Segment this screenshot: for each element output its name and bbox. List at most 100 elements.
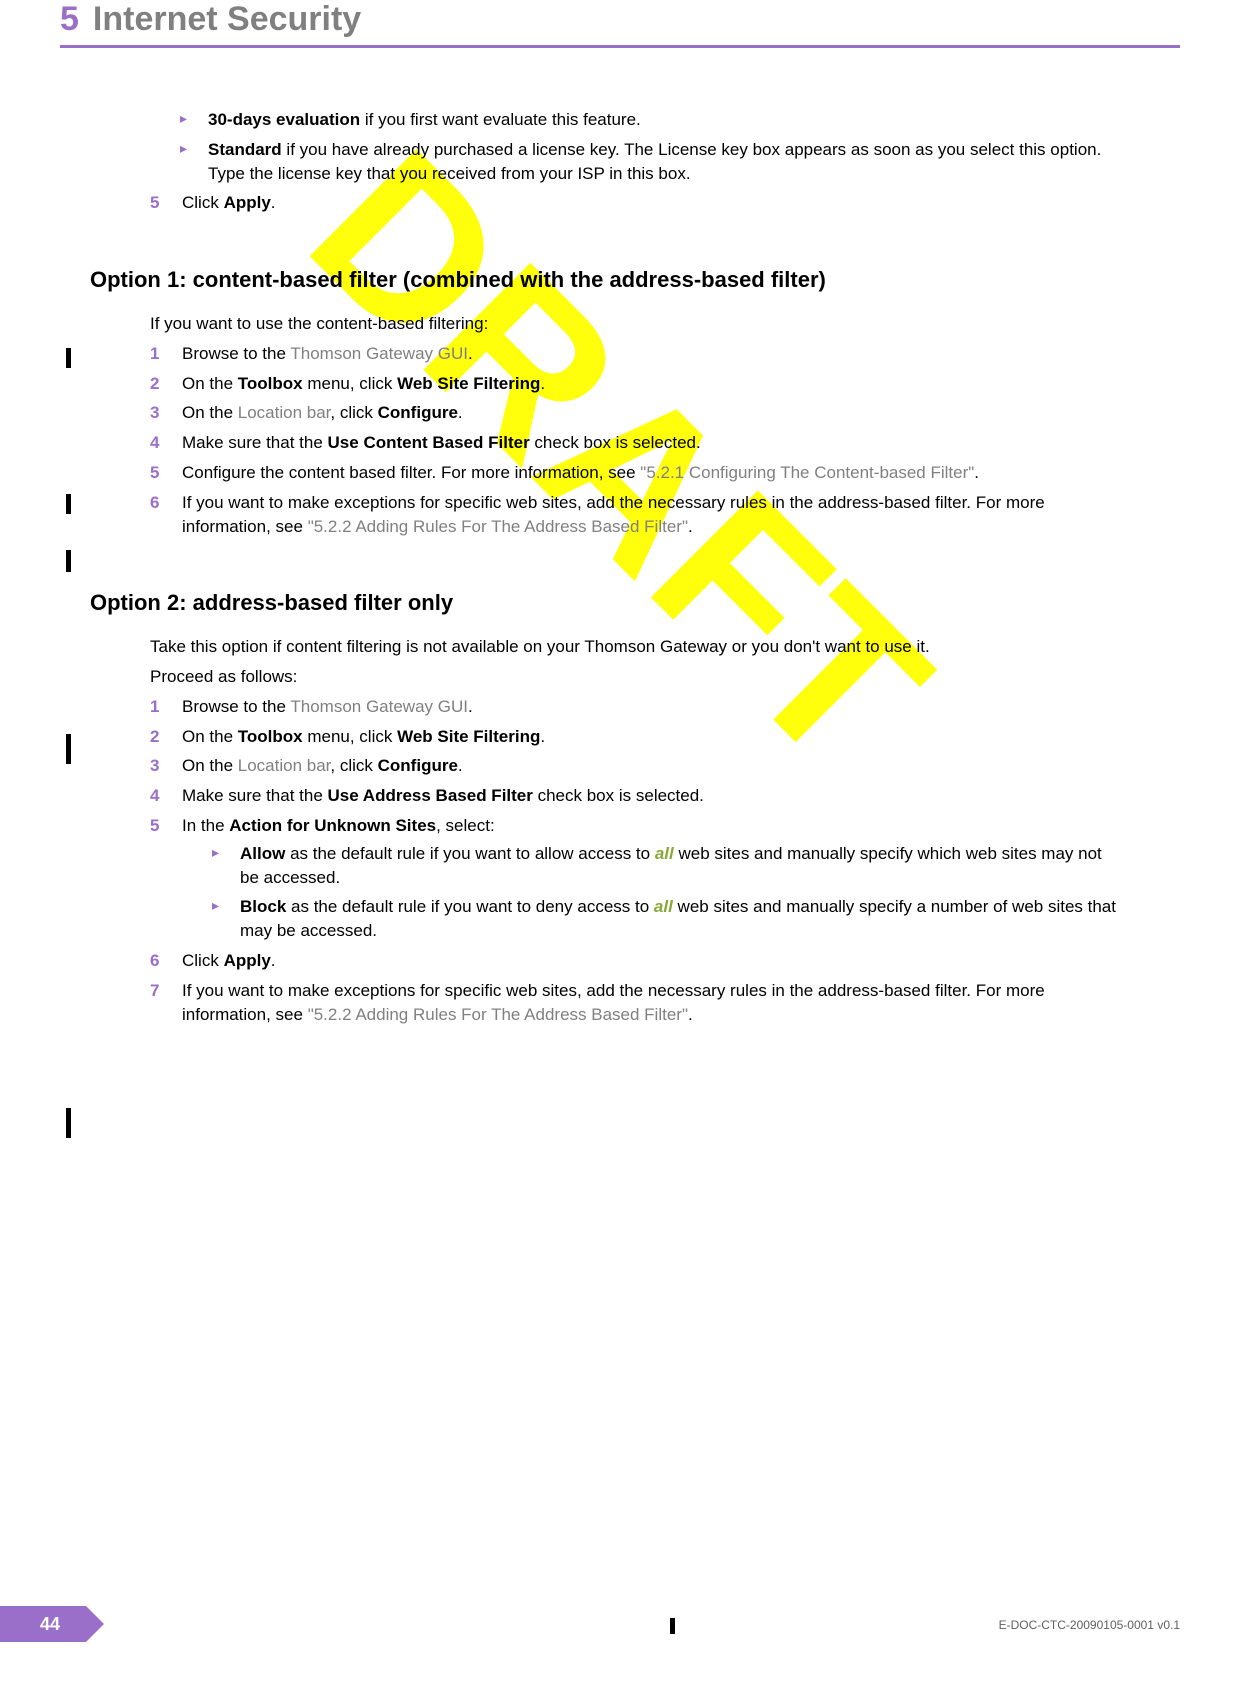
option-text: if you first want evaluate this feature. <box>360 110 641 129</box>
option2-steps: 1 Browse to the Thomson Gateway GUI. 2 On … <box>150 695 1120 1027</box>
step-item: 6If you want to make exceptions for spec… <box>150 491 1120 539</box>
footer-mark-icon <box>670 1618 675 1634</box>
ui-label: Web Site Filtering <box>397 374 540 393</box>
cross-ref-link[interactable]: "5.2.1 Configuring The Content-based Fil… <box>640 463 974 482</box>
step-item: 1 Browse to the Thomson Gateway GUI. <box>150 695 1120 719</box>
intro-paragraph: Proceed as follows: <box>150 665 1120 689</box>
step-number: 2 <box>150 725 159 749</box>
list-item: 30-days evaluation if you first want eva… <box>180 108 1120 132</box>
step-text: On the <box>182 727 238 746</box>
step-text: , click <box>330 756 377 775</box>
ui-label: Configure <box>378 403 458 422</box>
step-text: In the <box>182 816 229 835</box>
intro-paragraph: Take this option if content filtering is… <box>150 635 1120 659</box>
step-text: . <box>458 756 463 775</box>
step-item: 5 Configure the content based filter. For… <box>150 461 1120 485</box>
step-number: 1 <box>150 342 159 366</box>
step-text: On the <box>182 403 238 422</box>
step-item: 7If you want to make exceptions for spec… <box>150 979 1120 1027</box>
step-number: 7 <box>150 979 159 1003</box>
list-item: Standard if you have already purchased a… <box>180 138 1120 186</box>
step-number: 3 <box>150 401 159 425</box>
ui-label: Apply <box>224 193 271 212</box>
step-text: . <box>688 1005 693 1024</box>
change-bar-icon <box>66 1108 71 1138</box>
ui-label: Use Content Based Filter <box>328 433 530 452</box>
step-text: . <box>688 517 693 536</box>
step-item: 3 On the Location bar, click Configure. <box>150 754 1120 778</box>
step-text: . <box>271 951 276 970</box>
step-number: 5 <box>150 814 159 838</box>
step-number: 5 <box>150 461 159 485</box>
section-heading-option1: Option 1: content-based filter (combined… <box>90 265 1120 296</box>
page-number-badge: 44 <box>0 1606 86 1642</box>
step-text: Click <box>182 193 224 212</box>
ui-label: Configure <box>378 756 458 775</box>
step-item: 6Click Apply. <box>150 949 1120 973</box>
cross-ref-link[interactable]: "5.2.2 Adding Rules For The Address Base… <box>308 1005 688 1024</box>
option-name: 30-days evaluation <box>208 110 360 129</box>
change-bar-icon <box>66 494 71 514</box>
license-options-list: 30-days evaluation if you first want eva… <box>180 108 1120 185</box>
cross-ref-link[interactable]: Location bar <box>238 756 331 775</box>
step-text: . <box>540 374 545 393</box>
action-options-list: Allow as the default rule if you want to… <box>212 842 1120 943</box>
option-text: if you have already purchased a license … <box>208 140 1101 183</box>
continued-steps: 5 Click Apply. <box>150 191 1120 215</box>
step-text: Browse to the <box>182 344 290 363</box>
page-content: DRAFT 30-days evaluation if you first wa… <box>0 48 1240 1026</box>
change-bar-icon <box>66 550 71 572</box>
list-item: Allow as the default rule if you want to… <box>212 842 1120 890</box>
section-heading-option2: Option 2: address-based filter only <box>90 588 1120 619</box>
step-text: On the <box>182 756 238 775</box>
emphasis: all <box>655 844 674 863</box>
option-name: Allow <box>240 844 285 863</box>
cross-ref-link[interactable]: "5.2.2 Adding Rules For The Address Base… <box>308 517 688 536</box>
change-bar-icon <box>66 348 71 368</box>
step-item: 2On the Toolbox menu, click Web Site Fil… <box>150 725 1120 749</box>
cross-ref-link[interactable]: Thomson Gateway GUI <box>290 344 468 363</box>
intro-paragraph: If you want to use the content-based fil… <box>150 312 1120 336</box>
option1-steps: 1 Browse to the Thomson Gateway GUI. 2 On … <box>150 342 1120 539</box>
step-number: 1 <box>150 695 159 719</box>
step-item: 1 Browse to the Thomson Gateway GUI. <box>150 342 1120 366</box>
step-number: 3 <box>150 754 159 778</box>
step-text: On the <box>182 374 238 393</box>
step-text: , select: <box>436 816 495 835</box>
page-header: 5 Internet Security <box>0 0 1240 48</box>
step-text: Browse to the <box>182 697 290 716</box>
option-name: Standard <box>208 140 282 159</box>
step-text: Click <box>182 951 224 970</box>
ui-label: Toolbox <box>238 727 303 746</box>
step-text: . <box>468 697 473 716</box>
step-text: . <box>468 344 473 363</box>
step-text: . <box>540 727 545 746</box>
step-item: 3 On the Location bar, click Configure. <box>150 401 1120 425</box>
chapter-number: 5 <box>60 0 79 39</box>
step-item: 5 In the Action for Unknown Sites, select… <box>150 814 1120 943</box>
ui-label: Toolbox <box>238 374 303 393</box>
step-text: . <box>271 193 276 212</box>
list-item: Block as the default rule if you want to… <box>212 895 1120 943</box>
option-name: Block <box>240 897 286 916</box>
step-text: . <box>974 463 979 482</box>
step-number: 4 <box>150 431 159 455</box>
option-text: as the default rule if you want to deny … <box>286 897 654 916</box>
emphasis: all <box>654 897 673 916</box>
step-item: 5 Click Apply. <box>150 191 1120 215</box>
step-text: . <box>458 403 463 422</box>
cross-ref-link[interactable]: Location bar <box>238 403 331 422</box>
step-text: check box is selected. <box>530 433 701 452</box>
step-text: , click <box>330 403 377 422</box>
step-item: 4Make sure that the Use Content Based Fi… <box>150 431 1120 455</box>
step-text: Configure the content based filter. For … <box>182 463 640 482</box>
chapter-title: Internet Security <box>93 0 361 39</box>
step-number: 2 <box>150 372 159 396</box>
ui-label: Action for Unknown Sites <box>229 816 436 835</box>
cross-ref-link[interactable]: Thomson Gateway GUI <box>290 697 468 716</box>
step-item: 2On the Toolbox menu, click Web Site Fil… <box>150 372 1120 396</box>
page-footer: 44 E-DOC-CTC-20090105-0001 v0.1 <box>0 1602 1240 1642</box>
document-id: E-DOC-CTC-20090105-0001 v0.1 <box>999 1618 1180 1632</box>
ui-label: Apply <box>224 951 271 970</box>
step-item: 4Make sure that the Use Address Based Fi… <box>150 784 1120 808</box>
